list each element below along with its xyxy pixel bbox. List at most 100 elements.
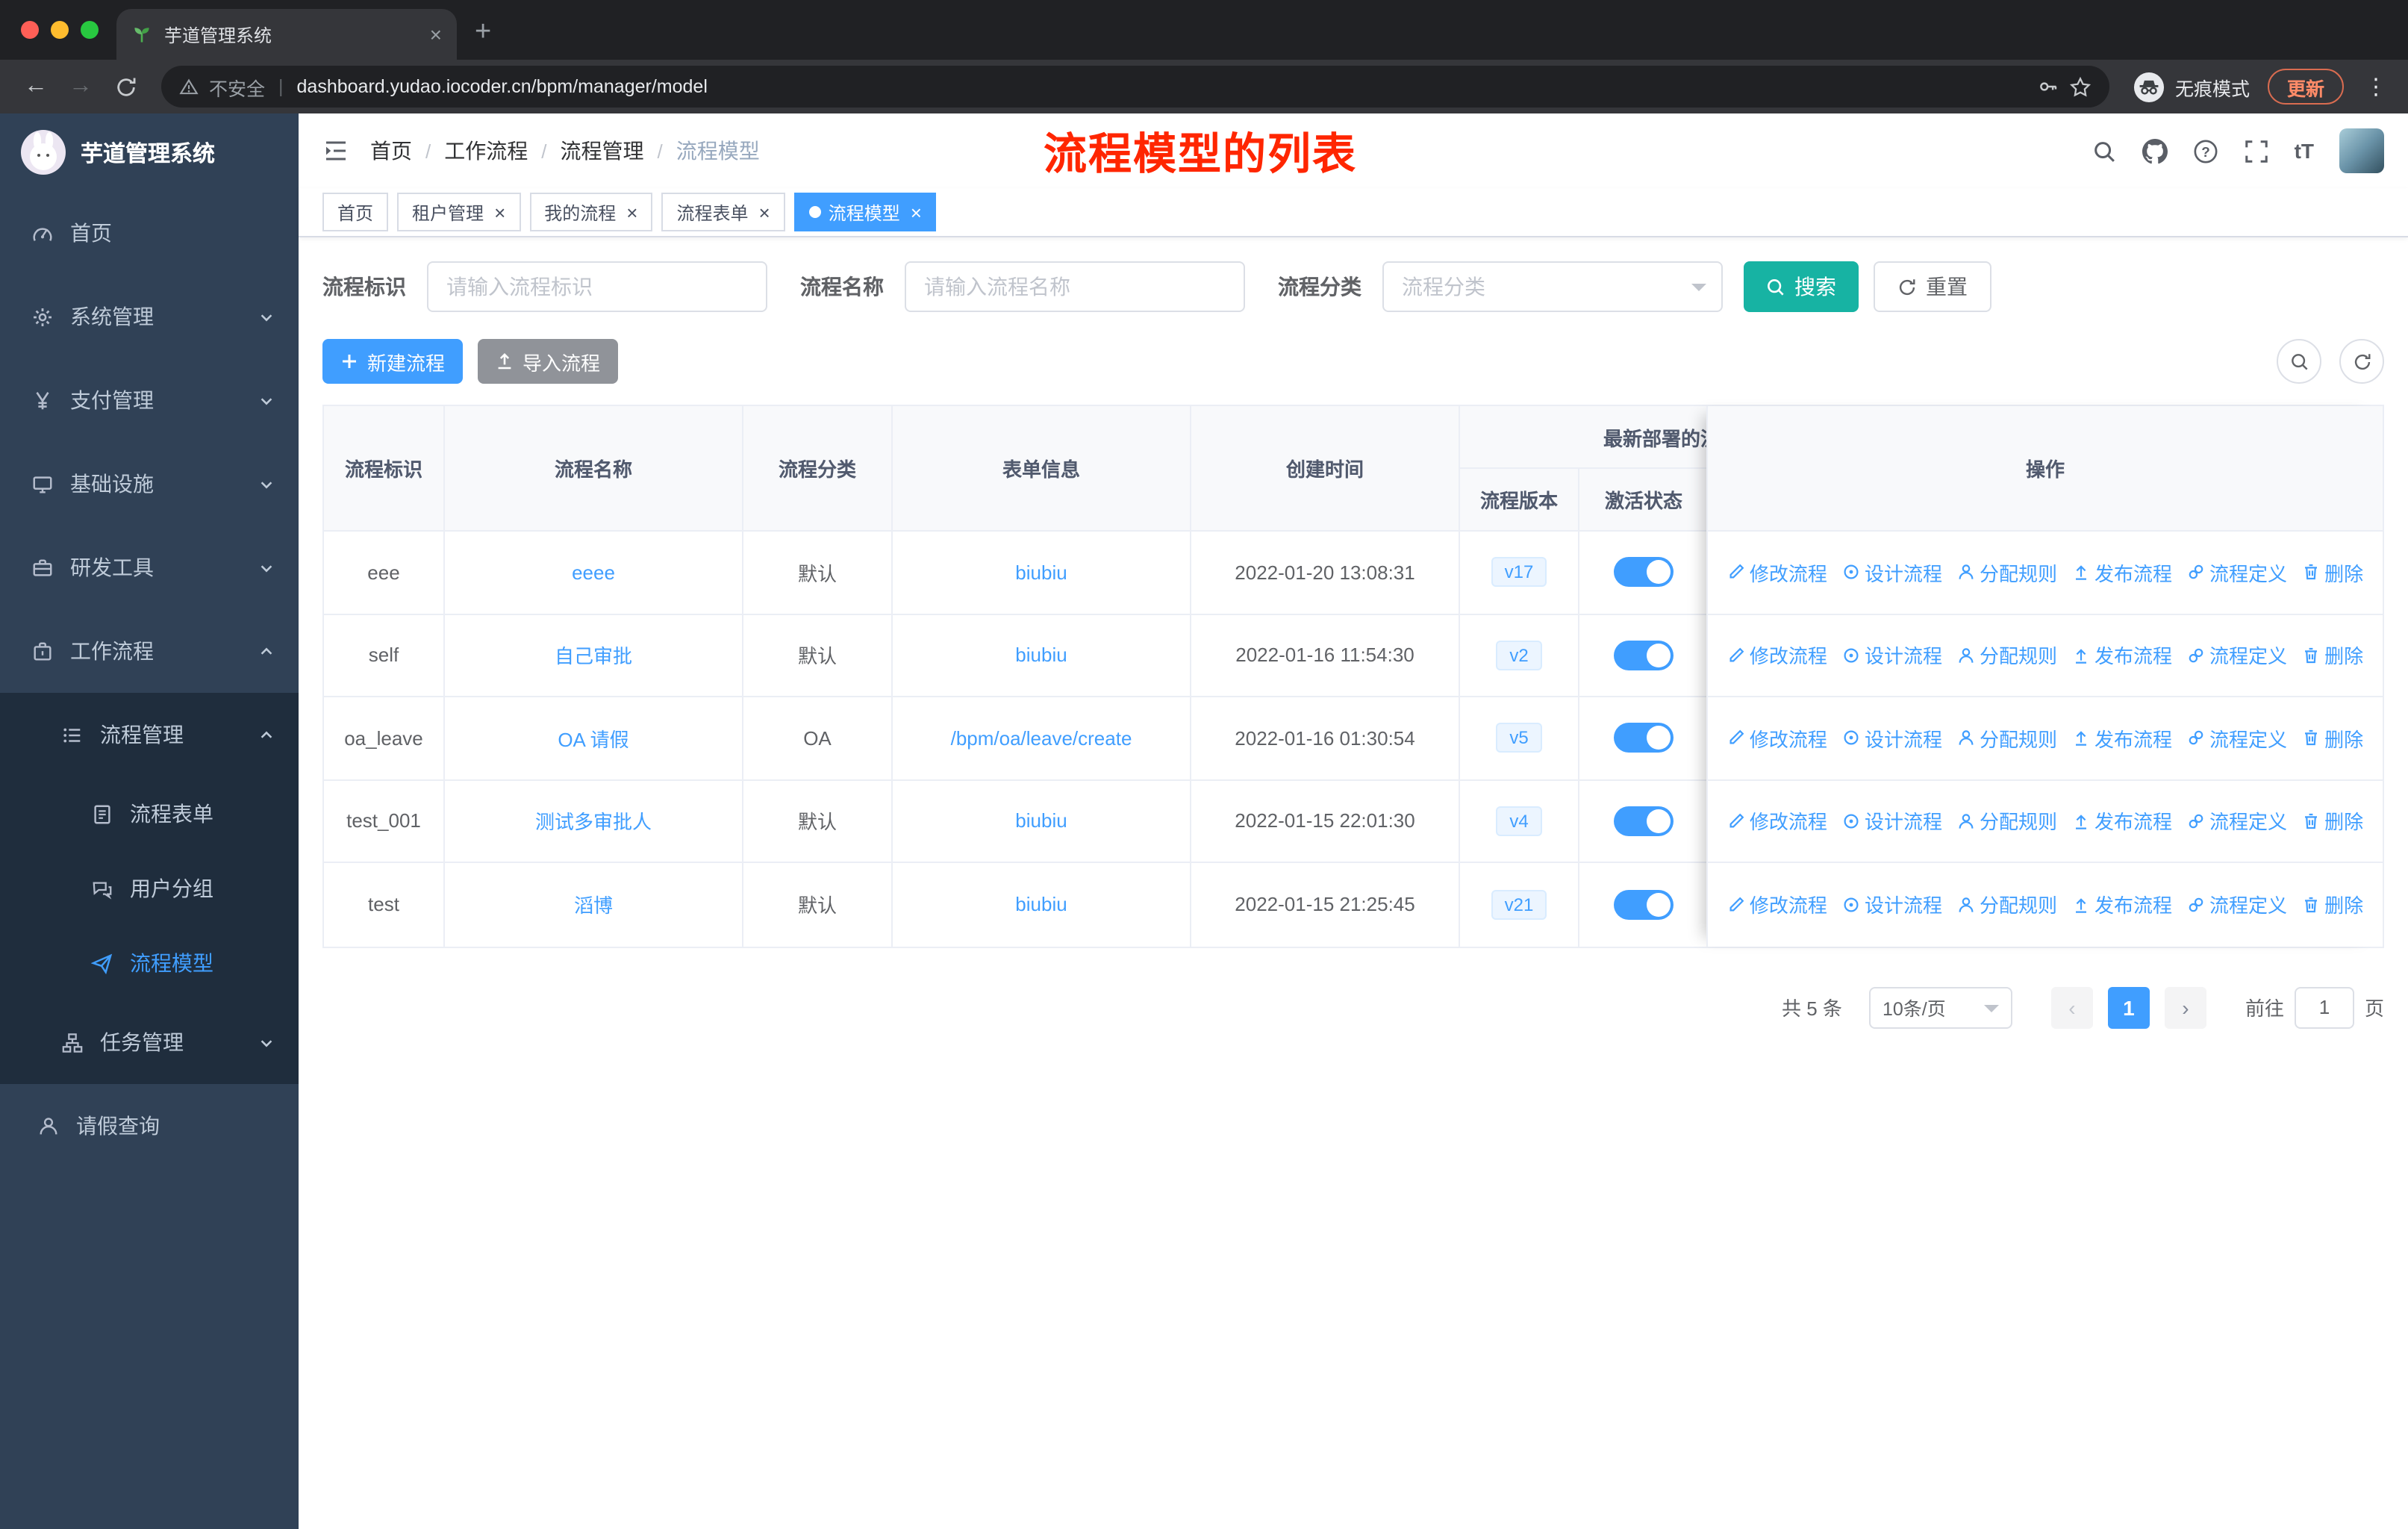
sidebar-item-system[interactable]: 系统管理 (0, 275, 299, 358)
op-design-link[interactable]: 设计流程 (1842, 891, 1942, 919)
form-link[interactable]: biubiu (1015, 561, 1067, 584)
sidebar-item-payment[interactable]: 支付管理 (0, 358, 299, 442)
process-name-link[interactable]: eeee (572, 561, 615, 584)
refresh-button[interactable] (2339, 339, 2384, 384)
form-link[interactable]: biubiu (1015, 644, 1067, 667)
form-link[interactable]: biubiu (1015, 894, 1067, 916)
warning-icon[interactable] (179, 77, 199, 96)
next-page-button[interactable]: › (2164, 986, 2206, 1028)
op-definition-link[interactable]: 流程定义 (2187, 891, 2287, 919)
op-delete-link[interactable]: 删除 (2302, 641, 2363, 670)
op-delete-link[interactable]: 删除 (2302, 558, 2363, 587)
sidebar-item-process-model[interactable]: 流程模型 (0, 926, 299, 1000)
op-assign-link[interactable]: 分配规则 (1957, 641, 2057, 670)
breadcrumb-workflow[interactable]: 工作流程 (444, 136, 528, 166)
tag-tenant-mgmt[interactable]: 租户管理 × (397, 193, 521, 231)
op-delete-link[interactable]: 删除 (2302, 891, 2363, 919)
op-edit-link[interactable]: 修改流程 (1727, 558, 1827, 587)
active-toggle[interactable] (1614, 557, 1674, 588)
op-definition-link[interactable]: 流程定义 (2187, 724, 2287, 753)
active-toggle[interactable] (1614, 640, 1674, 670)
maximize-window-button[interactable] (81, 21, 99, 39)
form-link[interactable]: /bpm/oa/leave/create (951, 727, 1132, 750)
op-design-link[interactable]: 设计流程 (1842, 558, 1942, 587)
prev-page-button[interactable]: ‹ (2050, 986, 2093, 1028)
process-key-input[interactable] (427, 261, 767, 312)
address-bar[interactable]: 不安全 | dashboard.yudao.iocoder.cn/bpm/man… (161, 66, 2109, 108)
tag-home[interactable]: 首页 (322, 193, 389, 231)
op-edit-link[interactable]: 修改流程 (1727, 641, 1827, 670)
sidebar-item-process-form[interactable]: 流程表单 (0, 776, 299, 851)
op-edit-link[interactable]: 修改流程 (1727, 891, 1827, 919)
active-toggle[interactable] (1614, 889, 1674, 920)
fullscreen-icon[interactable] (2244, 138, 2269, 164)
key-icon[interactable] (2038, 76, 2059, 97)
process-name-link[interactable]: 自己审批 (555, 641, 632, 670)
op-publish-link[interactable]: 发布流程 (2072, 724, 2172, 753)
op-edit-link[interactable]: 修改流程 (1727, 724, 1827, 753)
op-publish-link[interactable]: 发布流程 (2072, 807, 2172, 835)
op-assign-link[interactable]: 分配规则 (1957, 891, 2057, 919)
search-button[interactable]: 搜索 (1744, 261, 1859, 312)
sidebar-item-user-group[interactable]: 用户分组 (0, 851, 299, 926)
op-delete-link[interactable]: 删除 (2302, 807, 2363, 835)
op-design-link[interactable]: 设计流程 (1842, 724, 1942, 753)
breadcrumb-home[interactable]: 首页 (370, 136, 412, 166)
op-publish-link[interactable]: 发布流程 (2072, 641, 2172, 670)
op-definition-link[interactable]: 流程定义 (2187, 641, 2287, 670)
sidebar-item-home[interactable]: 首页 (0, 191, 299, 275)
search-icon[interactable] (2092, 138, 2117, 164)
op-assign-link[interactable]: 分配规则 (1957, 558, 2057, 587)
reset-button[interactable]: 重置 (1874, 261, 1991, 312)
op-definition-link[interactable]: 流程定义 (2187, 558, 2287, 587)
font-size-icon[interactable]: tT (2295, 139, 2314, 163)
tag-process-form[interactable]: 流程表单 × (661, 193, 785, 231)
form-link[interactable]: biubiu (1015, 810, 1067, 832)
active-toggle[interactable] (1614, 723, 1674, 753)
close-icon[interactable]: × (911, 202, 922, 222)
goto-page-input[interactable] (2294, 986, 2354, 1028)
import-process-button[interactable]: 导入流程 (478, 339, 619, 384)
sidebar-item-process-mgmt[interactable]: 流程管理 (0, 693, 299, 776)
close-icon[interactable]: × (626, 202, 637, 222)
close-icon[interactable]: × (494, 202, 505, 222)
op-assign-link[interactable]: 分配规则 (1957, 724, 2057, 753)
tag-process-model[interactable]: 流程模型 × (793, 193, 937, 231)
sidebar-item-devtools[interactable]: 研发工具 (0, 526, 299, 609)
forward-button[interactable]: → (60, 66, 102, 108)
page-1-button[interactable]: 1 (2107, 986, 2150, 1028)
new-tab-button[interactable]: + (475, 18, 491, 46)
create-process-button[interactable]: 新建流程 (322, 339, 464, 384)
help-icon[interactable]: ? (2193, 138, 2218, 164)
tag-my-process[interactable]: 我的流程 × (529, 193, 653, 231)
back-button[interactable]: ← (15, 66, 57, 108)
sidebar-item-workflow[interactable]: 工作流程 (0, 609, 299, 693)
op-publish-link[interactable]: 发布流程 (2072, 558, 2172, 587)
breadcrumb-process-mgmt[interactable]: 流程管理 (561, 136, 644, 166)
update-button[interactable]: 更新 (2267, 69, 2344, 105)
op-design-link[interactable]: 设计流程 (1842, 641, 1942, 670)
op-assign-link[interactable]: 分配规则 (1957, 807, 2057, 835)
process-name-link[interactable]: 滔博 (574, 891, 613, 919)
page-size-select[interactable]: 10条/页 (1868, 986, 2012, 1028)
process-name-link[interactable]: 测试多审批人 (535, 807, 652, 835)
app-logo-row[interactable]: 芋道管理系统 (0, 113, 299, 191)
avatar[interactable] (2339, 128, 2384, 173)
tab-close-icon[interactable]: × (430, 24, 442, 45)
close-window-button[interactable] (21, 21, 39, 39)
sidebar-item-leave-query[interactable]: 请假查询 (0, 1084, 299, 1168)
toggle-search-button[interactable] (2277, 339, 2321, 384)
category-select[interactable]: 流程分类 (1382, 261, 1723, 312)
minimize-window-button[interactable] (51, 21, 69, 39)
op-edit-link[interactable]: 修改流程 (1727, 807, 1827, 835)
op-publish-link[interactable]: 发布流程 (2072, 891, 2172, 919)
close-icon[interactable]: × (759, 202, 770, 222)
bookmark-star-icon[interactable] (2069, 75, 2092, 98)
op-definition-link[interactable]: 流程定义 (2187, 807, 2287, 835)
sidebar-item-infra[interactable]: 基础设施 (0, 442, 299, 526)
hamburger-icon[interactable] (322, 137, 349, 164)
op-design-link[interactable]: 设计流程 (1842, 807, 1942, 835)
op-delete-link[interactable]: 删除 (2302, 724, 2363, 753)
github-icon[interactable] (2142, 138, 2168, 164)
browser-tab[interactable]: 芋道管理系统 × (116, 9, 457, 60)
